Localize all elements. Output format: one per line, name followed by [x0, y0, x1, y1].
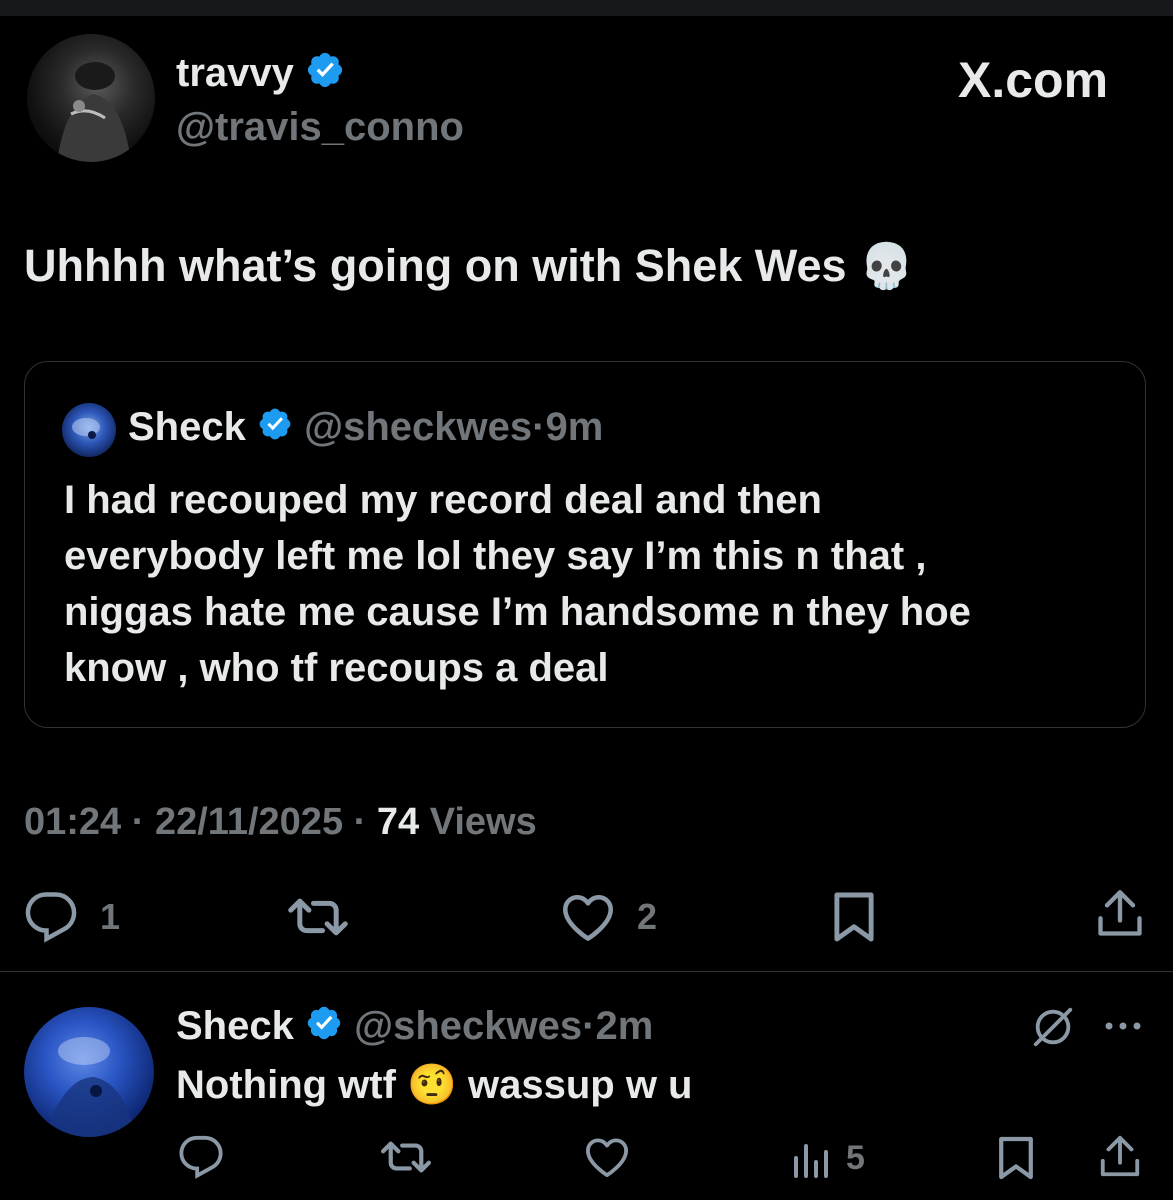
views-icon — [792, 1138, 832, 1178]
like-button[interactable] — [560, 892, 616, 942]
verified-badge-icon — [305, 50, 345, 100]
reply-share-button[interactable] — [1098, 1134, 1142, 1180]
tweet-text-row: Uhhhh what’s going on with Shek Wes 💀 — [24, 238, 914, 295]
verified-badge-icon — [257, 406, 293, 452]
retweet-button[interactable] — [287, 892, 349, 942]
tweet-time[interactable]: 01:24 — [24, 801, 121, 843]
reply-author-handle[interactable]: @sheckwes — [354, 1004, 582, 1048]
reply-text-row: Nothing wtf 🤨 wassup w u — [176, 1058, 692, 1112]
separator-dot: · — [582, 1004, 596, 1048]
share-icon — [1095, 888, 1145, 940]
quoted-text-line: I had recouped my record deal and then — [64, 478, 822, 522]
quoted-header: Sheck @sheckwes·9m — [128, 404, 603, 452]
reply-retweet-button[interactable] — [380, 1136, 432, 1178]
reply-count: 1 — [100, 896, 121, 937]
reply-like-button[interactable] — [583, 1136, 631, 1178]
separator-dot: · — [343, 801, 377, 843]
author-handle[interactable]: @travis_conno — [176, 104, 464, 150]
bookmark-icon — [997, 1134, 1035, 1182]
site-label: X.com — [958, 52, 1109, 108]
quoted-text-line: know , who tf recoups a deal — [64, 646, 609, 690]
reply-author-avatar[interactable] — [24, 1007, 154, 1137]
like-count: 2 — [637, 896, 658, 937]
more-icon — [1102, 1016, 1144, 1036]
reply-views-count: 5 — [846, 1139, 865, 1177]
author-name-row[interactable]: travvy — [176, 50, 345, 100]
author-name[interactable]: travvy — [176, 51, 294, 95]
skull-emoji: 💀 — [859, 242, 914, 291]
reply-views-button[interactable] — [792, 1138, 832, 1178]
views-label: Views — [429, 801, 537, 843]
verified-badge-icon — [305, 1004, 343, 1052]
like-icon — [583, 1136, 631, 1178]
reply-text-after: wassup w u — [467, 1063, 693, 1107]
reply-icon — [24, 890, 78, 944]
bookmark-button[interactable] — [832, 890, 876, 944]
reply-text-before: Nothing wtf — [176, 1063, 396, 1107]
more-button[interactable] — [1102, 1016, 1144, 1036]
reply-header: Sheck @sheckwes·2m — [176, 1003, 653, 1052]
views-count: 74 — [376, 801, 420, 843]
retweet-icon — [287, 892, 349, 942]
grok-icon — [1030, 1004, 1076, 1050]
reply-button[interactable] — [24, 890, 78, 944]
quoted-tweet-age: 9m — [545, 405, 604, 449]
share-button[interactable] — [1095, 888, 1145, 940]
quoted-author-name: Sheck — [128, 405, 246, 449]
divider — [0, 971, 1173, 972]
reply-author-name[interactable]: Sheck — [176, 1004, 294, 1048]
reply-age[interactable]: 2m — [595, 1004, 653, 1048]
quoted-text-line: niggas hate me cause I’m handsome n they… — [64, 590, 971, 634]
raised-eyebrow-emoji: 🤨 — [407, 1063, 457, 1107]
separator-dot: · — [121, 801, 155, 843]
reply-reply-button[interactable] — [178, 1134, 224, 1180]
tweet-date[interactable]: 22/11/2025 — [155, 801, 343, 843]
tweet-text: Uhhhh what’s going on with Shek Wes — [24, 240, 847, 291]
share-icon — [1098, 1134, 1142, 1180]
quoted-author-handle: @sheckwes — [304, 405, 533, 449]
quoted-tweet-text: I had recouped my record deal and then e… — [64, 472, 971, 696]
quoted-author-avatar — [62, 403, 116, 457]
retweet-icon — [380, 1136, 432, 1178]
like-icon — [560, 892, 616, 942]
grok-button[interactable] — [1030, 1004, 1076, 1050]
author-avatar[interactable] — [27, 34, 155, 162]
tweet-meta: 01:24 · 22/11/2025 · 74 Views — [24, 800, 537, 844]
separator-dot: · — [532, 405, 546, 449]
top-bar — [0, 0, 1173, 16]
bookmark-icon — [832, 890, 876, 944]
quoted-text-line: everybody left me lol they say I’m this … — [64, 534, 927, 578]
reply-bookmark-button[interactable] — [997, 1134, 1035, 1182]
reply-icon — [178, 1134, 224, 1180]
